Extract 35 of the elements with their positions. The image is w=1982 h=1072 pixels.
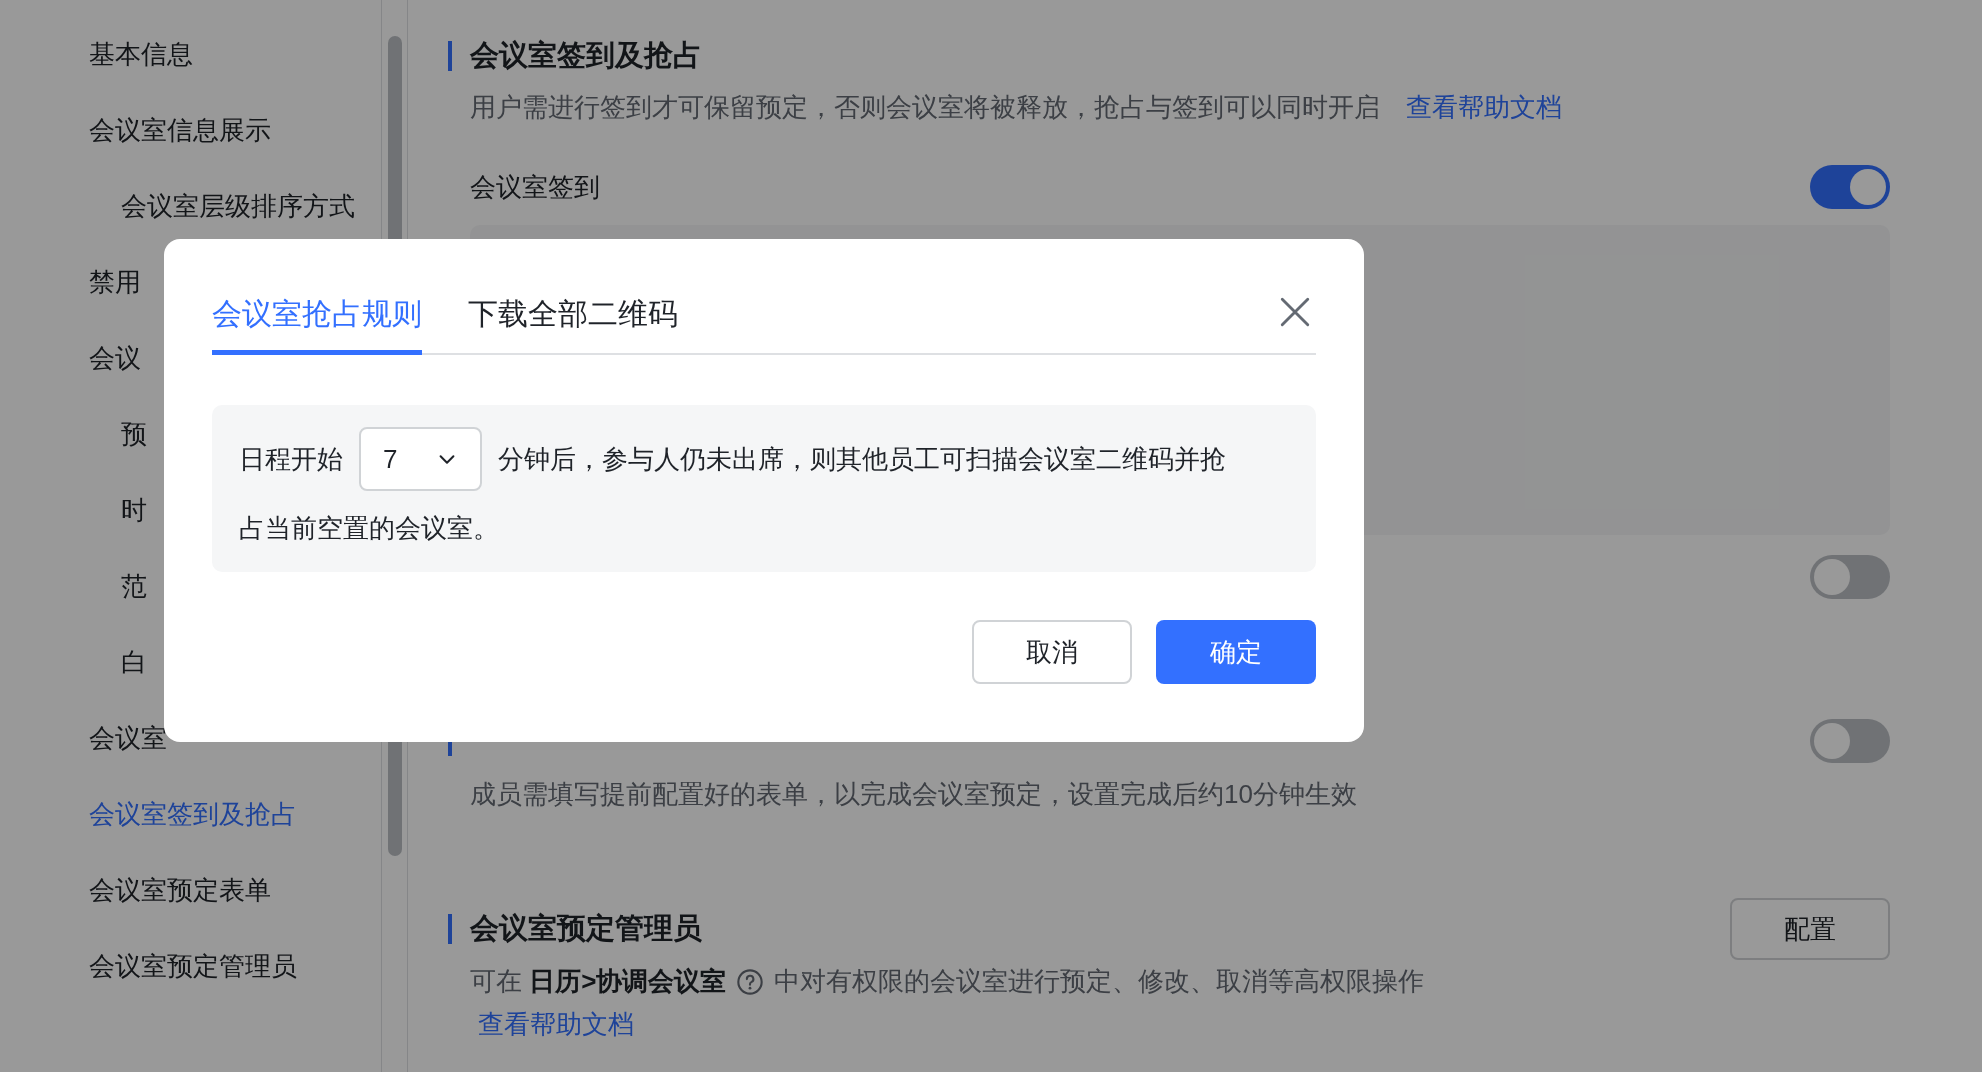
toggle-switch[interactable]	[1810, 555, 1890, 599]
section-marker	[448, 41, 452, 71]
sidebar-item[interactable]: 预	[121, 414, 147, 454]
sidebar-item[interactable]: 会议	[89, 338, 141, 378]
minutes-select[interactable]: 7	[359, 427, 482, 491]
sidebar-item[interactable]: 白	[121, 642, 147, 682]
sidebar-item[interactable]: 会议室层级排序方式	[121, 186, 355, 226]
section-marker	[448, 914, 452, 944]
rule-text: 日程开始	[239, 442, 343, 476]
section-description: 可在 日历>协调会议室	[470, 965, 727, 998]
section-description: 成员需填写提前配置好的表单，以完成会议室预定，设置完成后约10分钟生效	[469, 778, 1358, 811]
close-icon[interactable]	[1278, 295, 1312, 329]
rule-text: 分钟后，参与人仍未出席，则其他员工可扫描会议室二维码并抢	[498, 442, 1226, 476]
dialog-tab[interactable]: 会议室抢占规则	[212, 273, 422, 355]
help-icon[interactable]	[736, 967, 765, 996]
cancel-button[interactable]: 取消	[972, 620, 1132, 684]
confirm-button[interactable]: 确定	[1156, 620, 1316, 684]
section-description: 中对有权限的会议室进行预定、修改、取消等高权限操作	[774, 965, 1425, 998]
rule-text: 占当前空置的会议室。	[239, 512, 499, 545]
setting-label: 会议室签到	[470, 170, 600, 204]
sidebar-item[interactable]: 时	[121, 490, 147, 530]
sidebar-item[interactable]: 基本信息	[89, 34, 193, 74]
sidebar-item[interactable]: 禁用	[89, 262, 141, 302]
sidebar-item[interactable]: 范	[121, 566, 147, 606]
dialog-tab[interactable]: 下载全部二维码	[468, 273, 678, 355]
section-title: 会议室签到及抢占	[470, 38, 702, 74]
toggle-switch[interactable]	[1810, 165, 1890, 209]
config-button[interactable]: 配置	[1730, 898, 1890, 960]
section-title: 会议室预定管理员	[470, 911, 702, 947]
sidebar-item[interactable]: 会议室信息展示	[89, 110, 271, 150]
sidebar-item[interactable]: 会议室预定表单	[89, 870, 271, 910]
sidebar-item[interactable]: 会议室预定管理员	[89, 946, 297, 986]
sidebar-item[interactable]: 会议室	[89, 718, 167, 758]
toggle-switch[interactable]	[1810, 719, 1890, 763]
section-description: 用户需进行签到才可保留预定，否则会议室将被释放，抢占与签到可以同时开启	[470, 91, 1380, 124]
